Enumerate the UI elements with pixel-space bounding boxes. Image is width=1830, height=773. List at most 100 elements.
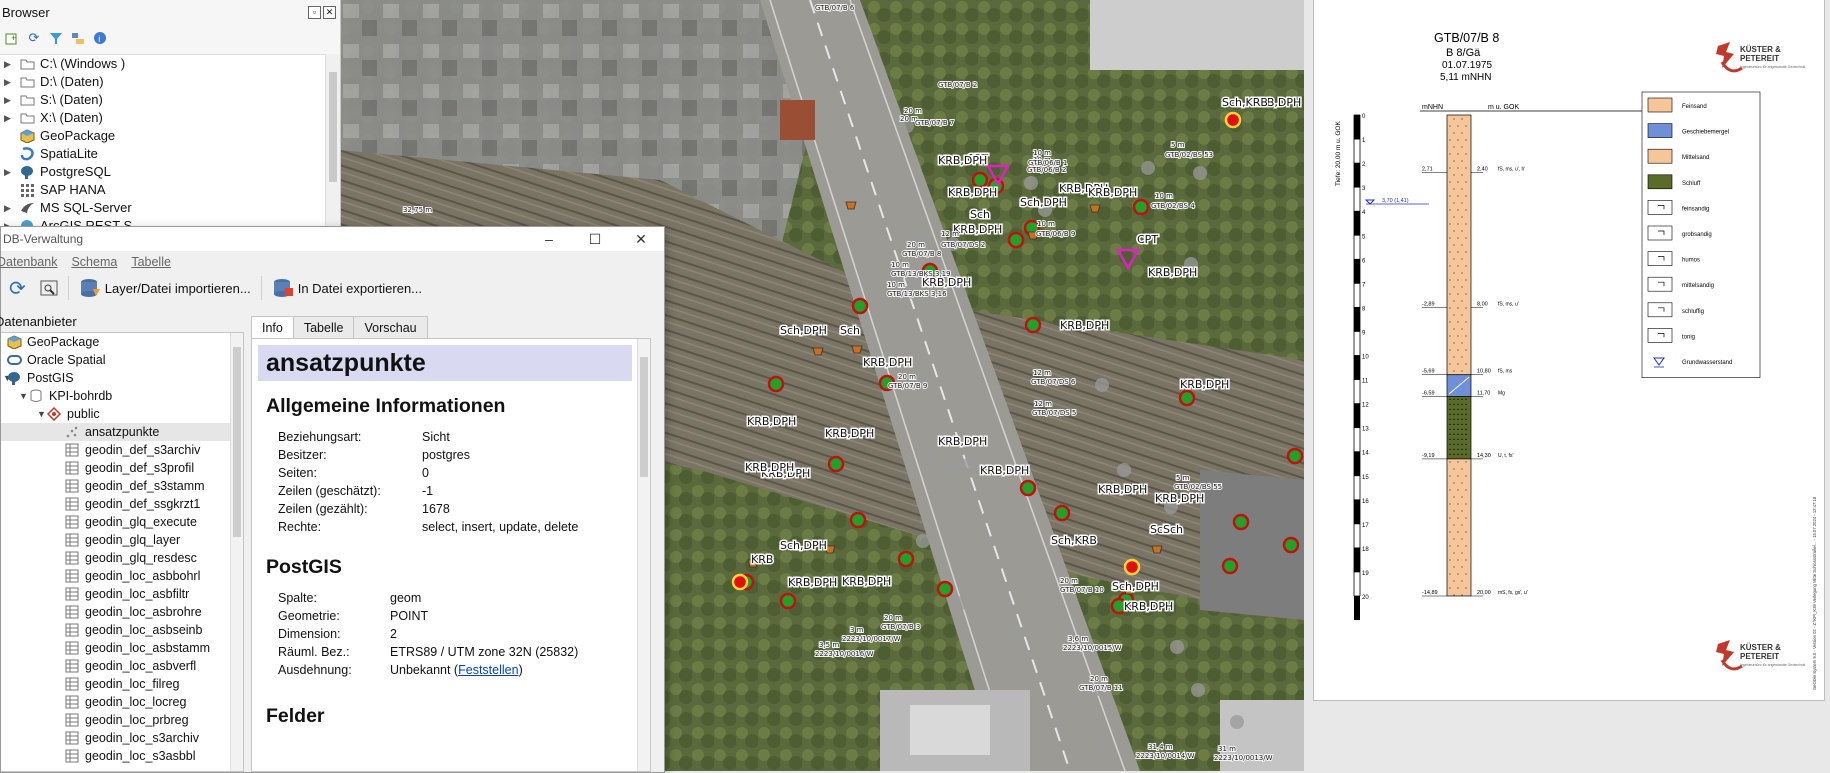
drilling-green-marker[interactable]	[1282, 536, 1300, 554]
table-item[interactable]: geodin_loc_prbreg	[1, 711, 243, 729]
provider-item[interactable]: ansatzpunkte	[1, 423, 243, 441]
table-item[interactable]: geodin_glq_execute	[1, 513, 243, 531]
archive-point-marker[interactable]	[921, 444, 935, 458]
archive-point-marker[interactable]	[916, 534, 930, 548]
expand-arrow-icon[interactable]: ▶	[4, 55, 11, 73]
drilling-green-marker[interactable]	[1221, 557, 1239, 575]
drilling-green-marker[interactable]	[971, 171, 989, 189]
filter-icon[interactable]	[48, 30, 64, 46]
browser-item[interactable]: ▶ X:\ (Daten)	[0, 109, 340, 127]
browser-item[interactable]: ▶ MS SQL-Server	[0, 199, 340, 217]
table-item[interactable]: geodin_def_s3profil	[1, 459, 243, 477]
drilling-red-marker[interactable]	[1224, 111, 1242, 129]
archive-point-marker[interactable]	[1141, 161, 1155, 175]
sounding-marker[interactable]	[845, 201, 857, 210]
import-button[interactable]: Layer/Datei importieren...	[75, 275, 255, 301]
tab-tabelle[interactable]: Tabelle	[292, 316, 355, 338]
drilling-green-marker[interactable]	[851, 297, 869, 315]
table-item[interactable]: geodin_loc_asbverfl	[1, 657, 243, 675]
drilling-green-marker[interactable]	[1178, 389, 1196, 407]
expand-arrow-icon[interactable]: ▶	[4, 163, 11, 181]
archive-point-marker[interactable]	[1191, 683, 1205, 697]
minimize-button[interactable]: –	[526, 227, 572, 251]
browser-item[interactable]: SpatiaLite	[0, 145, 340, 163]
tab-info[interactable]: Info	[251, 316, 294, 340]
provider-item[interactable]: ▼ PostGIS	[1, 369, 243, 387]
expand-arrow-icon[interactable]: ▶	[4, 73, 11, 91]
table-item[interactable]: geodin_loc_locreg	[1, 693, 243, 711]
tab-vorschau[interactable]: Vorschau	[353, 316, 428, 338]
provider-item[interactable]: Oracle Spatial	[1, 351, 243, 369]
archive-point-marker[interactable]	[954, 596, 968, 610]
collapse-arrow-icon[interactable]: ▼	[19, 387, 28, 405]
sounding-marker[interactable]	[851, 345, 863, 354]
table-item[interactable]: geodin_glq_layer	[1, 531, 243, 549]
drilling-green-marker[interactable]	[779, 592, 797, 610]
table-item[interactable]: geodin_def_ssgkrzt1	[1, 495, 243, 513]
drilling-green-marker[interactable]	[1053, 504, 1071, 522]
browser-item[interactable]: SAP HANA	[0, 181, 340, 199]
menu-tabelle[interactable]: Tabelle	[131, 251, 171, 273]
drilling-green-marker[interactable]	[849, 511, 867, 529]
close-button[interactable]: ✕	[618, 227, 664, 251]
browser-item[interactable]: ▶ PostgreSQL	[0, 163, 340, 181]
table-item[interactable]: geodin_def_s3stamm	[1, 477, 243, 495]
expand-arrow-icon[interactable]: ▶	[4, 109, 11, 127]
browser-item[interactable]: ▶ C:\ (Windows )	[0, 55, 340, 73]
archive-point-marker[interactable]	[1170, 640, 1184, 654]
info-scrollbar[interactable]	[637, 339, 650, 771]
archive-point-marker[interactable]	[1024, 176, 1038, 190]
drilling-green-marker[interactable]	[827, 455, 845, 473]
archive-point-marker[interactable]	[1193, 166, 1207, 180]
add-layer-icon[interactable]: +	[4, 30, 20, 46]
drilling-green-marker[interactable]	[1286, 447, 1304, 465]
table-item[interactable]: geodin_loc_asbfiltr	[1, 585, 243, 603]
drilling-green-marker[interactable]	[1232, 513, 1250, 531]
expand-arrow-icon[interactable]: ▶	[4, 199, 11, 217]
refresh-button[interactable]: ⟳	[5, 275, 30, 301]
drilling-red-marker[interactable]	[1123, 558, 1141, 576]
expand-arrow-icon[interactable]: ▶	[4, 91, 11, 109]
provider-item[interactable]: ▼ public	[1, 405, 243, 423]
sql-window-button[interactable]	[36, 275, 62, 301]
table-item[interactable]: geodin_loc_s3asbbl	[1, 747, 243, 765]
providers-scrollbar[interactable]	[230, 333, 243, 771]
drilling-green-marker[interactable]	[767, 375, 785, 393]
archive-point-marker[interactable]	[1117, 463, 1131, 477]
table-item[interactable]: geodin_loc_asbrohre	[1, 603, 243, 621]
drilling-red-marker[interactable]	[731, 573, 749, 591]
provider-item[interactable]: ▼ KPI-bohrdb	[1, 387, 243, 405]
browser-item[interactable]: ▶ S:\ (Daten)	[0, 91, 340, 109]
drilling-green-marker[interactable]	[1007, 231, 1025, 249]
browser-scrollbar[interactable]	[325, 54, 340, 230]
float-panel-icon[interactable]: ▫	[308, 6, 321, 19]
drilling-green-marker[interactable]	[1132, 198, 1150, 216]
drilling-green-marker[interactable]	[1024, 316, 1042, 334]
archive-point-marker[interactable]	[944, 459, 958, 473]
close-panel-icon[interactable]: ✕	[323, 6, 336, 19]
table-item[interactable]: geodin_loc_asbseinb	[1, 621, 243, 639]
table-item[interactable]: geodin_loc_asbbohrl	[1, 567, 243, 585]
info-icon[interactable]: i	[92, 30, 108, 46]
feststellen-link[interactable]: Feststellen	[458, 663, 518, 677]
collapse-arrow-icon[interactable]: ▼	[37, 405, 46, 423]
export-button[interactable]: In Datei exportieren...	[268, 275, 426, 301]
table-item[interactable]: geodin_glq_resdesc	[1, 549, 243, 567]
archive-point-marker[interactable]	[1230, 715, 1244, 729]
table-item[interactable]: geodin_loc_s3archiv	[1, 729, 243, 747]
provider-item[interactable]: GeoPackage	[1, 333, 243, 351]
collapse-all-icon[interactable]	[70, 30, 86, 46]
archive-point-marker[interactable]	[1007, 623, 1021, 637]
drilling-green-marker[interactable]	[897, 550, 915, 568]
menu-datenbank[interactable]: Datenbank	[0, 251, 57, 273]
browser-item[interactable]: ▶ D:\ (Daten)	[0, 73, 340, 91]
table-item[interactable]: geodin_loc_asbstamm	[1, 639, 243, 657]
table-item[interactable]: geodin_loc_filreg	[1, 675, 243, 693]
archive-point-marker[interactable]	[1097, 735, 1111, 749]
drilling-green-marker[interactable]	[1019, 479, 1037, 497]
sounding-marker[interactable]	[812, 347, 824, 356]
maximize-button[interactable]: ☐	[572, 227, 618, 251]
sounding-marker[interactable]	[1089, 204, 1101, 213]
refresh-icon[interactable]: ⟳	[26, 30, 42, 46]
drilling-green-marker[interactable]	[936, 580, 954, 598]
